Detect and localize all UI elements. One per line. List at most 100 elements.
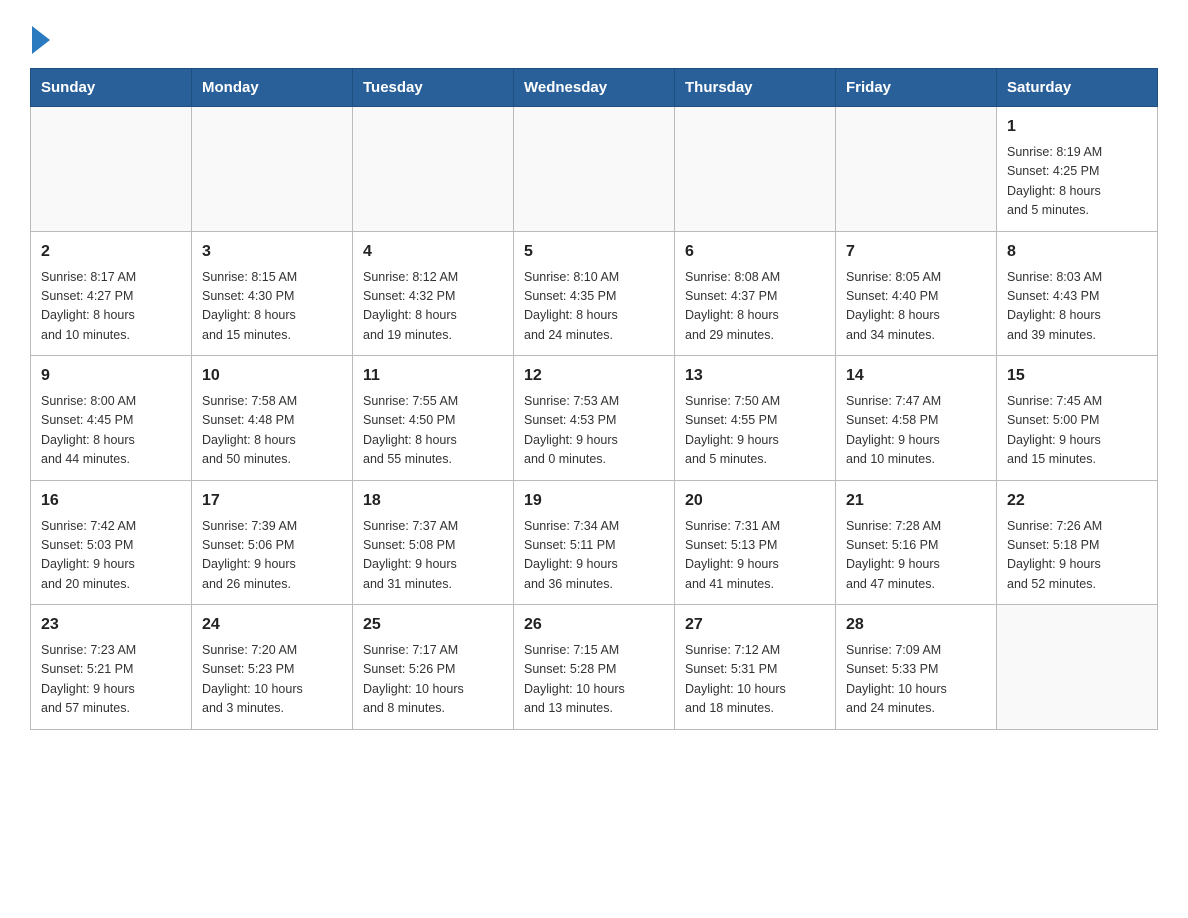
calendar-day-cell: 16 Sunrise: 7:42 AM Sunset: 5:03 PM Dayli… [31,480,192,605]
calendar-day-cell: 24 Sunrise: 7:20 AM Sunset: 5:23 PM Dayli… [192,605,353,730]
day-info: Sunrise: 8:00 AM Sunset: 4:45 PM Dayligh… [41,392,181,470]
day-number: 6 [685,240,825,264]
day-info: Sunrise: 8:10 AM Sunset: 4:35 PM Dayligh… [524,268,664,346]
day-number: 17 [202,489,342,513]
day-info: Sunrise: 7:47 AM Sunset: 4:58 PM Dayligh… [846,392,986,470]
day-info: Sunrise: 8:15 AM Sunset: 4:30 PM Dayligh… [202,268,342,346]
calendar-day-cell [514,107,675,232]
calendar-day-cell: 21Sunrise: 7:28 AM Sunset: 5:16 PM Dayli… [836,480,997,605]
logo [30,24,50,50]
day-number: 14 [846,364,986,388]
day-number: 24 [202,613,342,637]
calendar-day-cell: 2 Sunrise: 8:17 AM Sunset: 4:27 PM Daylig… [31,231,192,356]
weekday-header-wednesday: Wednesday [514,69,675,107]
calendar-day-cell: 7 Sunrise: 8:05 AM Sunset: 4:40 PM Daylig… [836,231,997,356]
day-number: 19 [524,489,664,513]
day-info: Sunrise: 8:08 AM Sunset: 4:37 PM Dayligh… [685,268,825,346]
day-info: Sunrise: 7:45 AM Sunset: 5:00 PM Dayligh… [1007,392,1147,470]
weekday-header-friday: Friday [836,69,997,107]
day-info: Sunrise: 7:20 AM Sunset: 5:23 PM Dayligh… [202,641,342,719]
day-info: Sunrise: 7:50 AM Sunset: 4:55 PM Dayligh… [685,392,825,470]
calendar-day-cell [31,107,192,232]
day-number: 22 [1007,489,1147,513]
calendar-day-cell: 25Sunrise: 7:17 AM Sunset: 5:26 PM Dayli… [353,605,514,730]
day-number: 2 [41,240,181,264]
calendar-day-cell: 28Sunrise: 7:09 AM Sunset: 5:33 PM Dayli… [836,605,997,730]
calendar-day-cell: 26 Sunrise: 7:15 AM Sunset: 5:28 PM Dayli… [514,605,675,730]
calendar-day-cell: 23Sunrise: 7:23 AM Sunset: 5:21 PM Dayli… [31,605,192,730]
calendar-day-cell [836,107,997,232]
calendar-day-cell: 17 Sunrise: 7:39 AM Sunset: 5:06 PM Dayli… [192,480,353,605]
day-info: Sunrise: 7:39 AM Sunset: 5:06 PM Dayligh… [202,517,342,595]
calendar-day-cell: 27Sunrise: 7:12 AM Sunset: 5:31 PM Dayli… [675,605,836,730]
day-number: 16 [41,489,181,513]
day-info: Sunrise: 7:58 AM Sunset: 4:48 PM Dayligh… [202,392,342,470]
day-number: 11 [363,364,503,388]
day-info: Sunrise: 7:42 AM Sunset: 5:03 PM Dayligh… [41,517,181,595]
day-number: 26 [524,613,664,637]
day-number: 10 [202,364,342,388]
day-info: Sunrise: 7:17 AM Sunset: 5:26 PM Dayligh… [363,641,503,719]
calendar-week-row: 23Sunrise: 7:23 AM Sunset: 5:21 PM Dayli… [31,605,1158,730]
day-number: 4 [363,240,503,264]
calendar-day-cell: 19Sunrise: 7:34 AM Sunset: 5:11 PM Dayli… [514,480,675,605]
day-info: Sunrise: 7:28 AM Sunset: 5:16 PM Dayligh… [846,517,986,595]
day-info: Sunrise: 8:17 AM Sunset: 4:27 PM Dayligh… [41,268,181,346]
weekday-header-monday: Monday [192,69,353,107]
calendar-day-cell: 6 Sunrise: 8:08 AM Sunset: 4:37 PM Daylig… [675,231,836,356]
calendar-day-cell: 5Sunrise: 8:10 AM Sunset: 4:35 PM Daylig… [514,231,675,356]
day-number: 8 [1007,240,1147,264]
day-info: Sunrise: 8:05 AM Sunset: 4:40 PM Dayligh… [846,268,986,346]
calendar-day-cell: 4 Sunrise: 8:12 AM Sunset: 4:32 PM Daylig… [353,231,514,356]
logo-arrow-icon [32,26,50,54]
day-info: Sunrise: 7:31 AM Sunset: 5:13 PM Dayligh… [685,517,825,595]
day-number: 12 [524,364,664,388]
calendar-table: SundayMondayTuesdayWednesdayThursdayFrid… [30,68,1158,730]
day-number: 27 [685,613,825,637]
day-number: 13 [685,364,825,388]
weekday-header-sunday: Sunday [31,69,192,107]
day-info: Sunrise: 8:03 AM Sunset: 4:43 PM Dayligh… [1007,268,1147,346]
calendar-day-cell: 18 Sunrise: 7:37 AM Sunset: 5:08 PM Dayli… [353,480,514,605]
weekday-header-tuesday: Tuesday [353,69,514,107]
weekday-header-thursday: Thursday [675,69,836,107]
calendar-day-cell: 12 Sunrise: 7:53 AM Sunset: 4:53 PM Dayli… [514,356,675,481]
day-number: 1 [1007,115,1147,139]
calendar-day-cell [192,107,353,232]
page-header [30,24,1158,50]
calendar-day-cell: 9 Sunrise: 8:00 AM Sunset: 4:45 PM Daylig… [31,356,192,481]
day-info: Sunrise: 7:09 AM Sunset: 5:33 PM Dayligh… [846,641,986,719]
calendar-week-row: 16 Sunrise: 7:42 AM Sunset: 5:03 PM Dayli… [31,480,1158,605]
day-info: Sunrise: 8:12 AM Sunset: 4:32 PM Dayligh… [363,268,503,346]
calendar-day-cell [353,107,514,232]
calendar-day-cell: 3 Sunrise: 8:15 AM Sunset: 4:30 PM Daylig… [192,231,353,356]
calendar-day-cell: 1 Sunrise: 8:19 AM Sunset: 4:25 PM Daylig… [997,107,1158,232]
calendar-day-cell [997,605,1158,730]
calendar-week-row: 9 Sunrise: 8:00 AM Sunset: 4:45 PM Daylig… [31,356,1158,481]
day-info: Sunrise: 8:19 AM Sunset: 4:25 PM Dayligh… [1007,143,1147,221]
calendar-day-cell: 11Sunrise: 7:55 AM Sunset: 4:50 PM Dayli… [353,356,514,481]
weekday-header-saturday: Saturday [997,69,1158,107]
day-number: 15 [1007,364,1147,388]
calendar-day-cell: 14 Sunrise: 7:47 AM Sunset: 4:58 PM Dayli… [836,356,997,481]
day-number: 7 [846,240,986,264]
calendar-day-cell: 13 Sunrise: 7:50 AM Sunset: 4:55 PM Dayli… [675,356,836,481]
day-number: 20 [685,489,825,513]
day-info: Sunrise: 7:15 AM Sunset: 5:28 PM Dayligh… [524,641,664,719]
day-info: Sunrise: 7:37 AM Sunset: 5:08 PM Dayligh… [363,517,503,595]
calendar-day-cell: 15 Sunrise: 7:45 AM Sunset: 5:00 PM Dayli… [997,356,1158,481]
calendar-day-cell: 8 Sunrise: 8:03 AM Sunset: 4:43 PM Daylig… [997,231,1158,356]
calendar-week-row: 2 Sunrise: 8:17 AM Sunset: 4:27 PM Daylig… [31,231,1158,356]
day-info: Sunrise: 7:26 AM Sunset: 5:18 PM Dayligh… [1007,517,1147,595]
calendar-day-cell: 22 Sunrise: 7:26 AM Sunset: 5:18 PM Dayli… [997,480,1158,605]
calendar-day-cell [675,107,836,232]
calendar-day-cell: 10 Sunrise: 7:58 AM Sunset: 4:48 PM Dayli… [192,356,353,481]
day-info: Sunrise: 7:23 AM Sunset: 5:21 PM Dayligh… [41,641,181,719]
weekday-header-row: SundayMondayTuesdayWednesdayThursdayFrid… [31,69,1158,107]
day-number: 3 [202,240,342,264]
day-number: 9 [41,364,181,388]
calendar-day-cell: 20 Sunrise: 7:31 AM Sunset: 5:13 PM Dayli… [675,480,836,605]
day-info: Sunrise: 7:53 AM Sunset: 4:53 PM Dayligh… [524,392,664,470]
day-number: 18 [363,489,503,513]
calendar-week-row: 1 Sunrise: 8:19 AM Sunset: 4:25 PM Daylig… [31,107,1158,232]
